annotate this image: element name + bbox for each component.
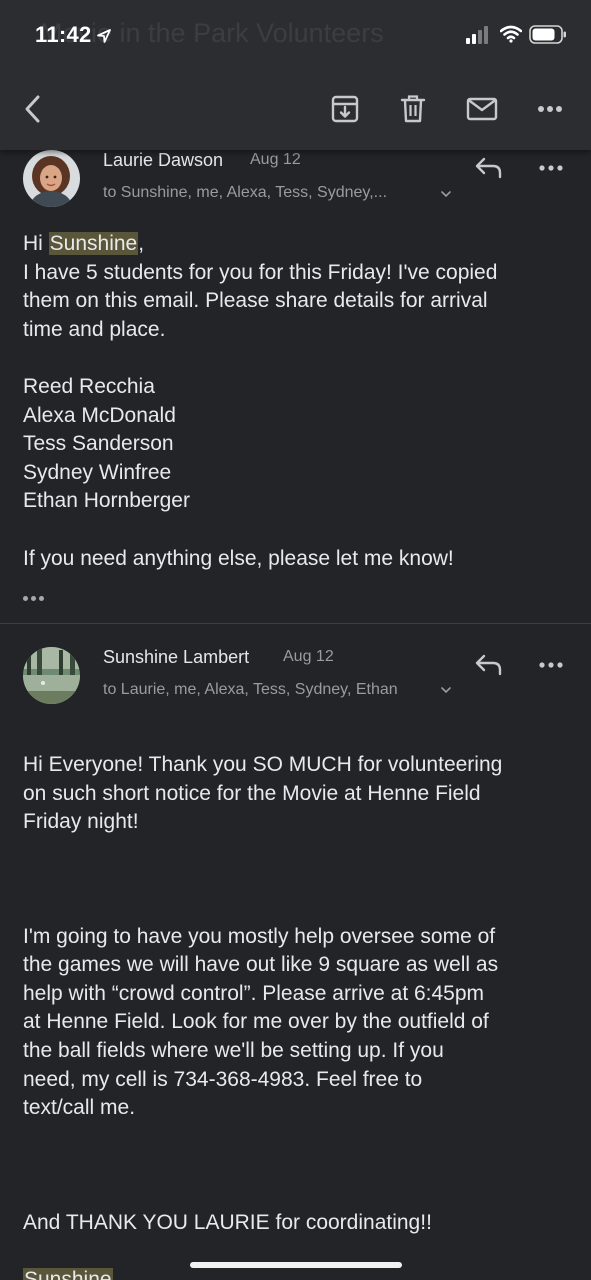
show-trimmed-content-button[interactable] [23, 590, 51, 606]
highlighted-signature: Sunshine [23, 1267, 113, 1280]
body-line: help with “crowd control”. Please arrive… [23, 981, 485, 1005]
mark-unread-button[interactable] [463, 90, 501, 128]
body-line: I have 5 students for you for this Frida… [23, 260, 498, 284]
student-name: Alexa McDonald [23, 403, 176, 427]
message-date: Aug 12 [283, 648, 334, 665]
more-icon [539, 165, 563, 171]
sender-photo [23, 150, 80, 207]
body-line: on such short notice for the Movie at He… [23, 781, 481, 805]
reply-icon [475, 157, 502, 179]
body-line: Friday night! [23, 810, 139, 834]
email-toolbar [0, 80, 591, 138]
wifi-icon [500, 25, 522, 43]
back-icon [25, 95, 40, 123]
body-line: them on this email. Please share details… [23, 289, 488, 313]
greeting-prefix: Hi [23, 232, 49, 255]
message-body: Hi Everyone! Thank you SO MUCH for volun… [23, 751, 573, 1280]
student-name: Reed Recchia [23, 374, 155, 398]
chevron-down-icon[interactable] [440, 686, 452, 694]
sender-name: Sunshine Lambert [103, 647, 250, 667]
message-more-button[interactable] [534, 154, 568, 182]
more-icon [539, 662, 563, 668]
closing-line: If you need anything else, please let me… [23, 546, 454, 570]
body-line: time and place. [23, 317, 166, 341]
avatar[interactable] [23, 647, 80, 704]
trash-icon [400, 95, 426, 123]
archive-icon [331, 95, 359, 123]
body-line: the games we will have out like 9 square… [23, 953, 499, 977]
home-indicator[interactable] [190, 1262, 402, 1268]
recipients-summary[interactable]: to Laurie, me, Alexa, Tess, Sydney, Etha… [103, 681, 398, 699]
delete-button[interactable] [394, 90, 432, 128]
body-line: need, my cell is 734-368-4983. Feel free… [23, 1067, 423, 1091]
more-options-button[interactable] [531, 90, 569, 128]
body-line: text/call me. [23, 1096, 136, 1120]
cellular-signal-icon [466, 26, 488, 44]
thanks-line: And THANK YOU LAURIE for coordinating!! [23, 1210, 432, 1234]
message-date: Aug 12 [250, 151, 301, 168]
message-divider [0, 623, 591, 624]
email-message: Sunshine Lambert Aug 12 to Laurie, me, A… [0, 625, 591, 1280]
highlighted-name: Sunshine [48, 232, 139, 255]
body-line: I'm going to have you mostly help overse… [23, 924, 496, 948]
location-arrow-icon [97, 29, 111, 43]
greeting-suffix: , [138, 232, 145, 255]
sender-name: Laurie Dawson [103, 150, 224, 170]
reply-button[interactable] [472, 154, 506, 182]
recipients-summary[interactable]: to Sunshine, me, Alexa, Tess, Sydney,... [103, 184, 387, 202]
archive-button[interactable] [326, 90, 364, 128]
body-line: at Henne Field. Look for me over by the … [23, 1010, 489, 1034]
message-body: Hi Sunshine, I have 5 students for you f… [23, 230, 573, 573]
reply-button[interactable] [472, 651, 506, 679]
avatar[interactable] [23, 150, 80, 207]
student-name: Tess Sanderson [23, 432, 174, 456]
message-more-button[interactable] [534, 651, 568, 679]
greeting-line: Hi Sunshine, [23, 230, 573, 259]
body-line: the ball fields where we'll be setting u… [23, 1038, 444, 1062]
top-app-bar: Movie in the Park Volunteers 11:42 [0, 0, 591, 150]
mail-icon [466, 97, 498, 121]
battery-icon [529, 25, 566, 44]
email-message: Laurie Dawson Aug 12 to Sunshine, me, Al… [0, 150, 591, 624]
back-button[interactable] [14, 90, 52, 128]
more-icon [538, 106, 562, 112]
student-name: Sydney Winfree [23, 460, 172, 484]
reply-icon [475, 654, 502, 676]
status-time: 11:42 [35, 22, 92, 47]
chevron-down-icon[interactable] [440, 190, 452, 198]
body-line: Hi Everyone! Thank you SO MUCH for volun… [23, 753, 503, 776]
status-bar: 11:42 [0, 0, 591, 70]
sender-photo [23, 647, 80, 704]
student-name: Ethan Hornberger [23, 489, 190, 513]
